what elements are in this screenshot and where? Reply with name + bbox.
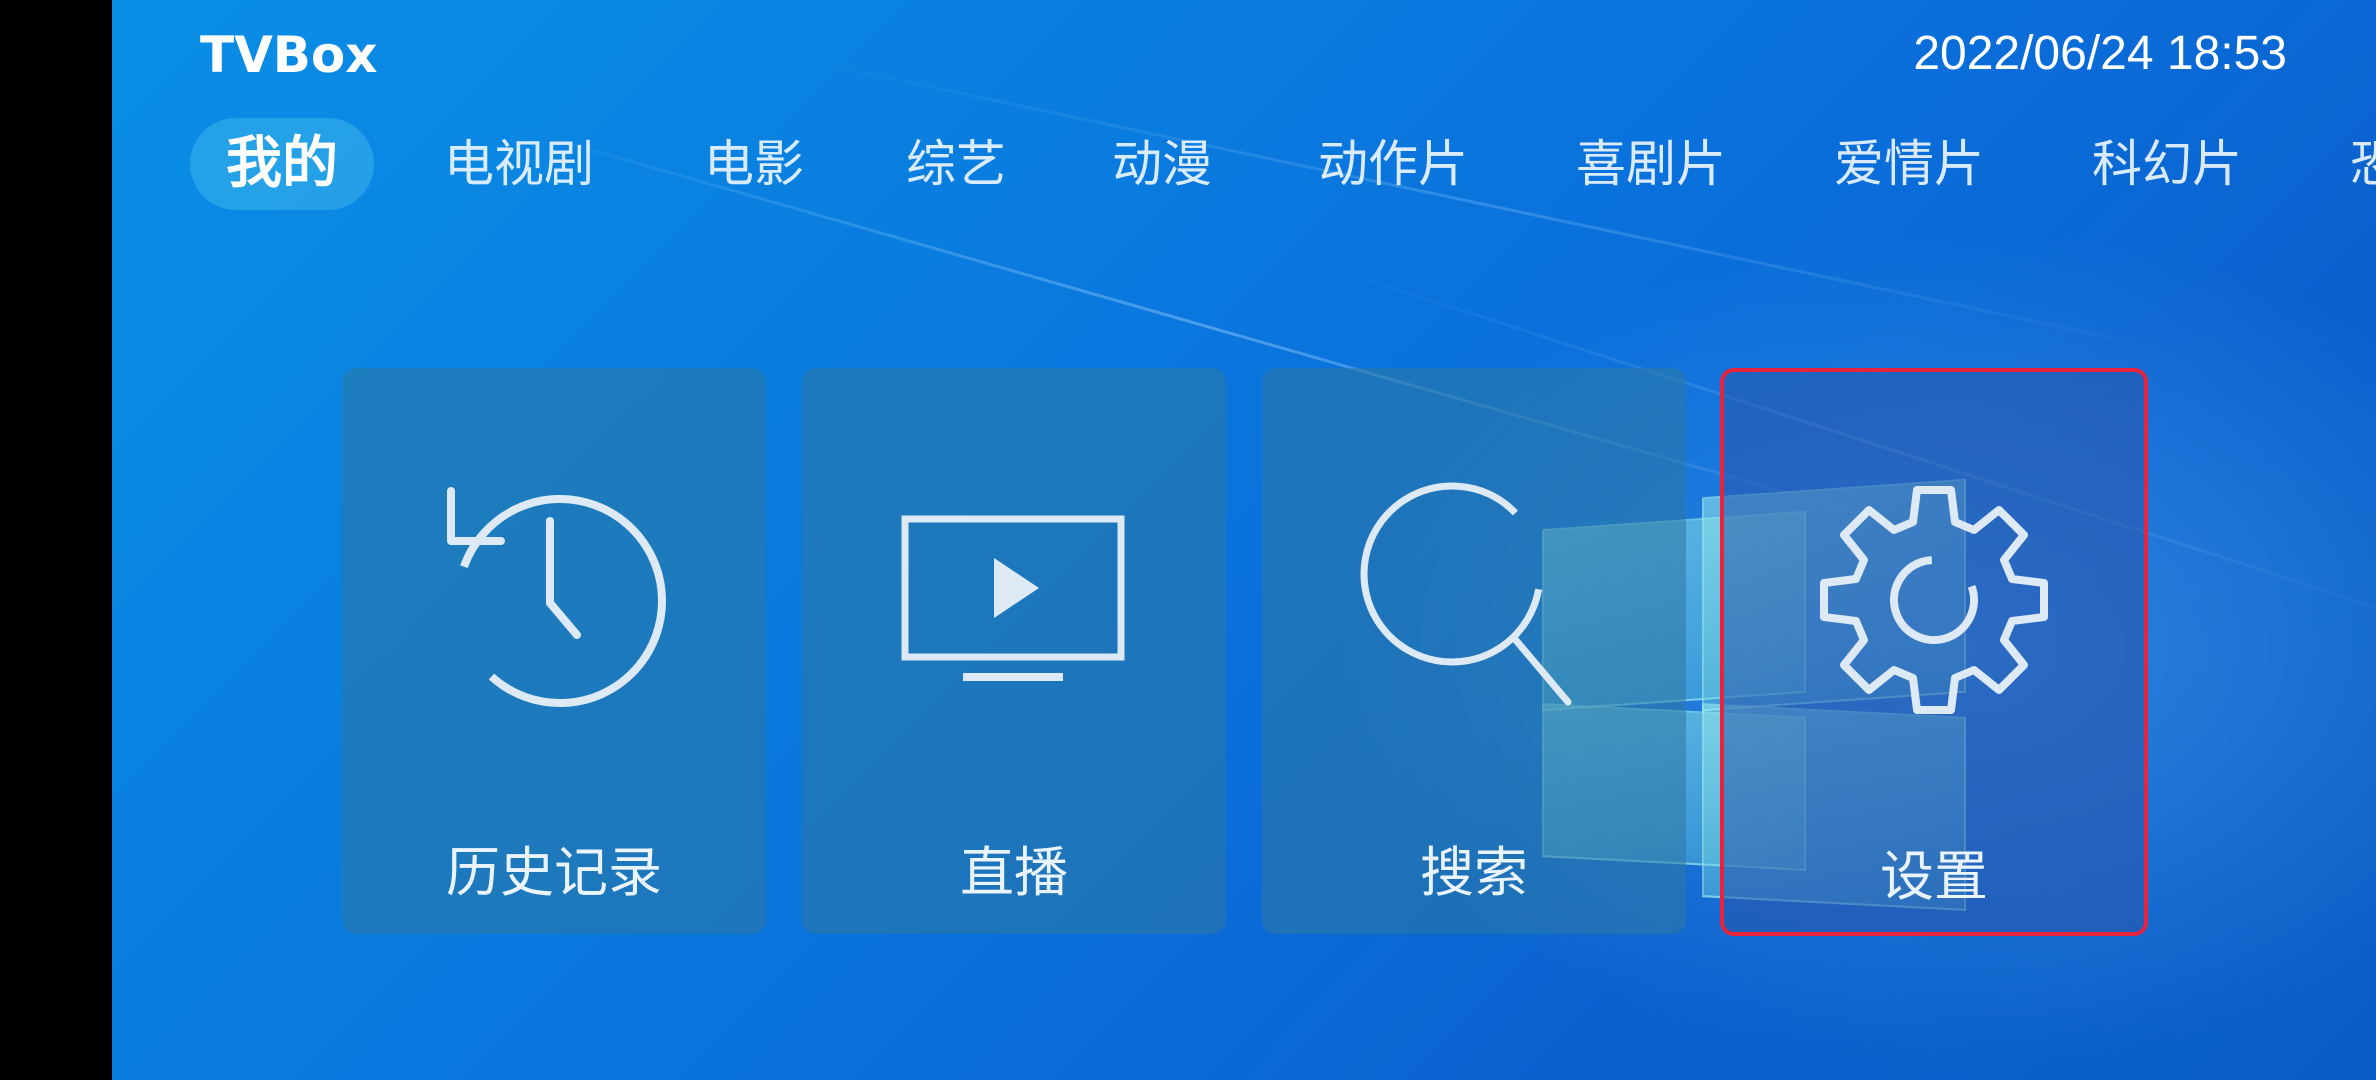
tab-movies[interactable]: 电影 <box>704 118 804 210</box>
search-label: 搜索 <box>1420 841 1528 904</box>
tab-scifi[interactable]: 科幻片 <box>2092 118 2242 210</box>
search-icon <box>1262 468 1686 728</box>
tab-mine[interactable]: 我的 <box>190 118 374 210</box>
tab-comedy[interactable]: 喜剧片 <box>1576 118 1726 210</box>
live-card[interactable]: 直播 <box>802 368 1226 934</box>
history-label: 历史记录 <box>446 841 662 904</box>
tab-action[interactable]: 动作片 <box>1318 118 1468 210</box>
left-black-bar <box>0 0 112 1080</box>
app-title: TVBox <box>200 26 378 84</box>
settings-card[interactable]: 设置 <box>1720 368 2148 936</box>
tab-variety[interactable]: 综艺 <box>906 118 1006 210</box>
tab-tv-series[interactable]: 电视剧 <box>444 118 594 210</box>
live-label: 直播 <box>960 841 1068 904</box>
search-card[interactable]: 搜索 <box>1262 368 1686 934</box>
settings-label: 设置 <box>1880 845 1988 908</box>
gear-icon <box>1724 472 2144 732</box>
screen: TVBox 2022/06/24 18:53 我的 电视剧 电影 综艺 动漫 动… <box>0 0 2376 1080</box>
live-tv-icon <box>802 468 1226 728</box>
tab-horror-partial[interactable]: 恐 <box>2350 118 2376 210</box>
tab-anime[interactable]: 动漫 <box>1112 118 1212 210</box>
datetime: 2022/06/24 18:53 <box>1913 27 2287 80</box>
tab-romance[interactable]: 爱情片 <box>1834 118 1984 210</box>
history-icon <box>342 468 766 728</box>
history-card[interactable]: 历史记录 <box>342 368 766 934</box>
